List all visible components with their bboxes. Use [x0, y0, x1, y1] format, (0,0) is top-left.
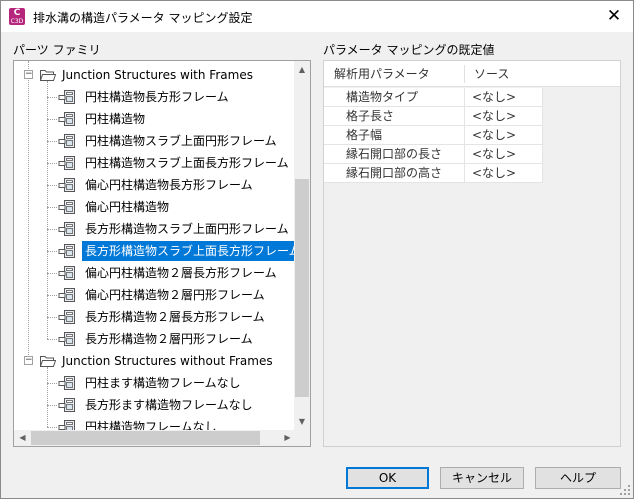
tree-item[interactable]: 円柱構造物フレームなし: [14, 416, 296, 430]
tree-connector-vertical: [47, 81, 48, 339]
tree-item[interactable]: 長方形構造物スラブ上面長方形フレーム: [14, 240, 296, 262]
parameter-name-cell: 構造物タイプ: [324, 88, 465, 107]
tree-item-label: 円柱構造物: [85, 112, 146, 126]
mapping-row[interactable]: 縁石開口部の高さ <なし>: [324, 164, 543, 183]
structure-part-icon: [58, 420, 75, 430]
structure-part-icon: [58, 222, 75, 236]
scroll-left-icon[interactable]: ◀: [14, 430, 31, 446]
column-header-parameter[interactable]: 解析用パラメータ: [324, 61, 430, 87]
cancel-button[interactable]: キャンセル: [440, 467, 524, 489]
tree-item-label: 偏心円柱構造物２層長方形フレーム: [85, 266, 277, 280]
tree-item-label: 円柱構造物スラブ上面円形フレーム: [85, 134, 277, 148]
open-folder-icon: [40, 70, 56, 81]
scroll-down-icon[interactable]: ▼: [294, 413, 310, 430]
tree-item[interactable]: 偏心円柱構造物長方形フレーム: [14, 174, 296, 196]
tree-horizontal-scrollbar[interactable]: ◀ ▶: [14, 430, 296, 446]
title-bar: C C3D 排水溝の構造パラメータ マッピング設定 ✕: [1, 1, 633, 32]
tree-item[interactable]: 長方形構造物スラブ上面円形フレーム: [14, 218, 296, 240]
tree-item-label: 円柱構造物長方形フレーム: [85, 90, 229, 104]
app-icon-letter: C: [13, 8, 21, 18]
tree-item[interactable]: 長方形ます構造物フレームなし: [14, 394, 296, 416]
close-button[interactable]: ✕: [595, 1, 633, 32]
open-folder-icon: [40, 356, 56, 367]
tree-vertical-scrollbar[interactable]: ▲ ▼: [294, 61, 310, 430]
scroll-up-icon[interactable]: ▲: [294, 61, 310, 78]
tree-item[interactable]: 円柱構造物長方形フレーム: [14, 86, 296, 108]
scrollbar-corner: [294, 430, 310, 446]
tree-content: − Junction Structures with Frames 円柱構造物長方形…: [14, 61, 296, 430]
structure-part-icon: [58, 376, 75, 390]
mapping-settings-dialog: C C3D 排水溝の構造パラメータ マッピング設定 ✕ パーツ ファミリ パラメ…: [0, 0, 634, 499]
structure-part-icon: [58, 332, 75, 346]
tree-item-label: 長方形構造物２層長方形フレーム: [85, 310, 265, 324]
mapping-row[interactable]: 格子幅 <なし>: [324, 126, 543, 145]
tree-item[interactable]: 偏心円柱構造物: [14, 196, 296, 218]
structure-part-icon: [58, 398, 75, 412]
part-family-label: パーツ ファミリ: [13, 43, 101, 57]
app-icon-sub: C3D: [10, 18, 24, 25]
tree-item[interactable]: 長方形構造物２層円形フレーム: [14, 328, 296, 350]
ok-button[interactable]: OK: [346, 467, 429, 489]
tree-item-label: 偏心円柱構造物: [85, 200, 170, 214]
source-value-cell[interactable]: <なし>: [465, 126, 543, 145]
civil3d-app-icon: C C3D: [9, 8, 25, 25]
tree-item-label: 長方形ます構造物フレームなし: [85, 398, 253, 412]
mapping-row[interactable]: 格子長さ <なし>: [324, 107, 543, 126]
tree-item-label: 長方形構造物スラブ上面円形フレーム: [85, 222, 289, 236]
tree-item-label: 円柱構造物フレームなし: [85, 420, 217, 430]
tree-item-label: 長方形構造物２層円形フレーム: [85, 332, 253, 346]
source-value-cell[interactable]: <なし>: [465, 88, 543, 107]
mapping-row[interactable]: 構造物タイプ <なし>: [324, 88, 543, 107]
tree-connector-vertical: [47, 367, 48, 427]
grid-header: 解析用パラメータ ソース: [324, 61, 620, 87]
window-title: 排水溝の構造パラメータ マッピング設定: [33, 11, 253, 25]
structure-part-icon: [58, 244, 75, 258]
structure-part-icon: [58, 266, 75, 280]
structure-part-icon: [58, 178, 75, 192]
tree-item[interactable]: 偏心円柱構造物２層長方形フレーム: [14, 262, 296, 284]
horizontal-scroll-thumb[interactable]: [31, 431, 260, 445]
tree-group-label: Junction Structures without Frames: [62, 354, 273, 368]
structure-part-icon: [58, 112, 75, 126]
tree-item[interactable]: 円柱構造物スラブ上面長方形フレーム: [14, 152, 296, 174]
part-family-tree[interactable]: − Junction Structures with Frames 円柱構造物長方形…: [13, 60, 311, 447]
help-button[interactable]: ヘルプ: [535, 467, 621, 489]
source-value-cell[interactable]: <なし>: [465, 107, 543, 126]
structure-part-icon: [58, 90, 75, 104]
parameter-name-cell: 格子長さ: [324, 107, 465, 126]
tree-item[interactable]: 偏心円柱構造物２層円形フレーム: [14, 284, 296, 306]
parameter-name-cell: 縁石開口部の高さ: [324, 164, 465, 183]
structure-part-icon: [58, 288, 75, 302]
source-value-cell[interactable]: <なし>: [465, 145, 543, 164]
parameter-name-cell: 格子幅: [324, 126, 465, 145]
tree-group-node[interactable]: − Junction Structures with Frames: [14, 64, 296, 86]
tree-group-node[interactable]: − Junction Structures without Frames: [14, 350, 296, 372]
source-value-cell[interactable]: <なし>: [465, 164, 543, 183]
parameter-mapping-grid: 解析用パラメータ ソース 構造物タイプ <なし> 格子長さ <なし> 格子幅 <なし> 縁石…: [323, 60, 621, 447]
structure-part-icon: [58, 310, 75, 324]
tree-item[interactable]: 円柱構造物スラブ上面円形フレーム: [14, 130, 296, 152]
collapse-icon[interactable]: −: [24, 356, 33, 365]
resize-grip-icon[interactable]: [620, 485, 630, 495]
tree-item-label-selected: 長方形構造物スラブ上面長方形フレーム: [82, 241, 296, 261]
tree-item-label: 円柱構造物スラブ上面長方形フレーム: [85, 156, 289, 170]
column-header-source[interactable]: ソース: [464, 61, 509, 87]
structure-part-icon: [58, 156, 75, 170]
structure-part-icon: [58, 134, 75, 148]
structure-part-icon: [58, 200, 75, 214]
tree-item[interactable]: 円柱構造物: [14, 108, 296, 130]
tree-group-label: Junction Structures with Frames: [62, 68, 253, 82]
tree-item[interactable]: 円柱ます構造物フレームなし: [14, 372, 296, 394]
tree-item-label: 偏心円柱構造物２層円形フレーム: [85, 288, 265, 302]
vertical-scroll-thumb[interactable]: [295, 179, 309, 397]
close-icon: ✕: [606, 6, 622, 26]
parameter-name-cell: 縁石開口部の長さ: [324, 145, 465, 164]
mapping-row[interactable]: 縁石開口部の長さ <なし>: [324, 145, 543, 164]
collapse-icon[interactable]: −: [24, 70, 33, 79]
parameter-mapping-label: パラメータ マッピングの既定値: [323, 43, 495, 57]
tree-item-label: 円柱ます構造物フレームなし: [85, 376, 241, 390]
tree-item[interactable]: 長方形構造物２層長方形フレーム: [14, 306, 296, 328]
tree-item-label: 偏心円柱構造物長方形フレーム: [85, 178, 253, 192]
